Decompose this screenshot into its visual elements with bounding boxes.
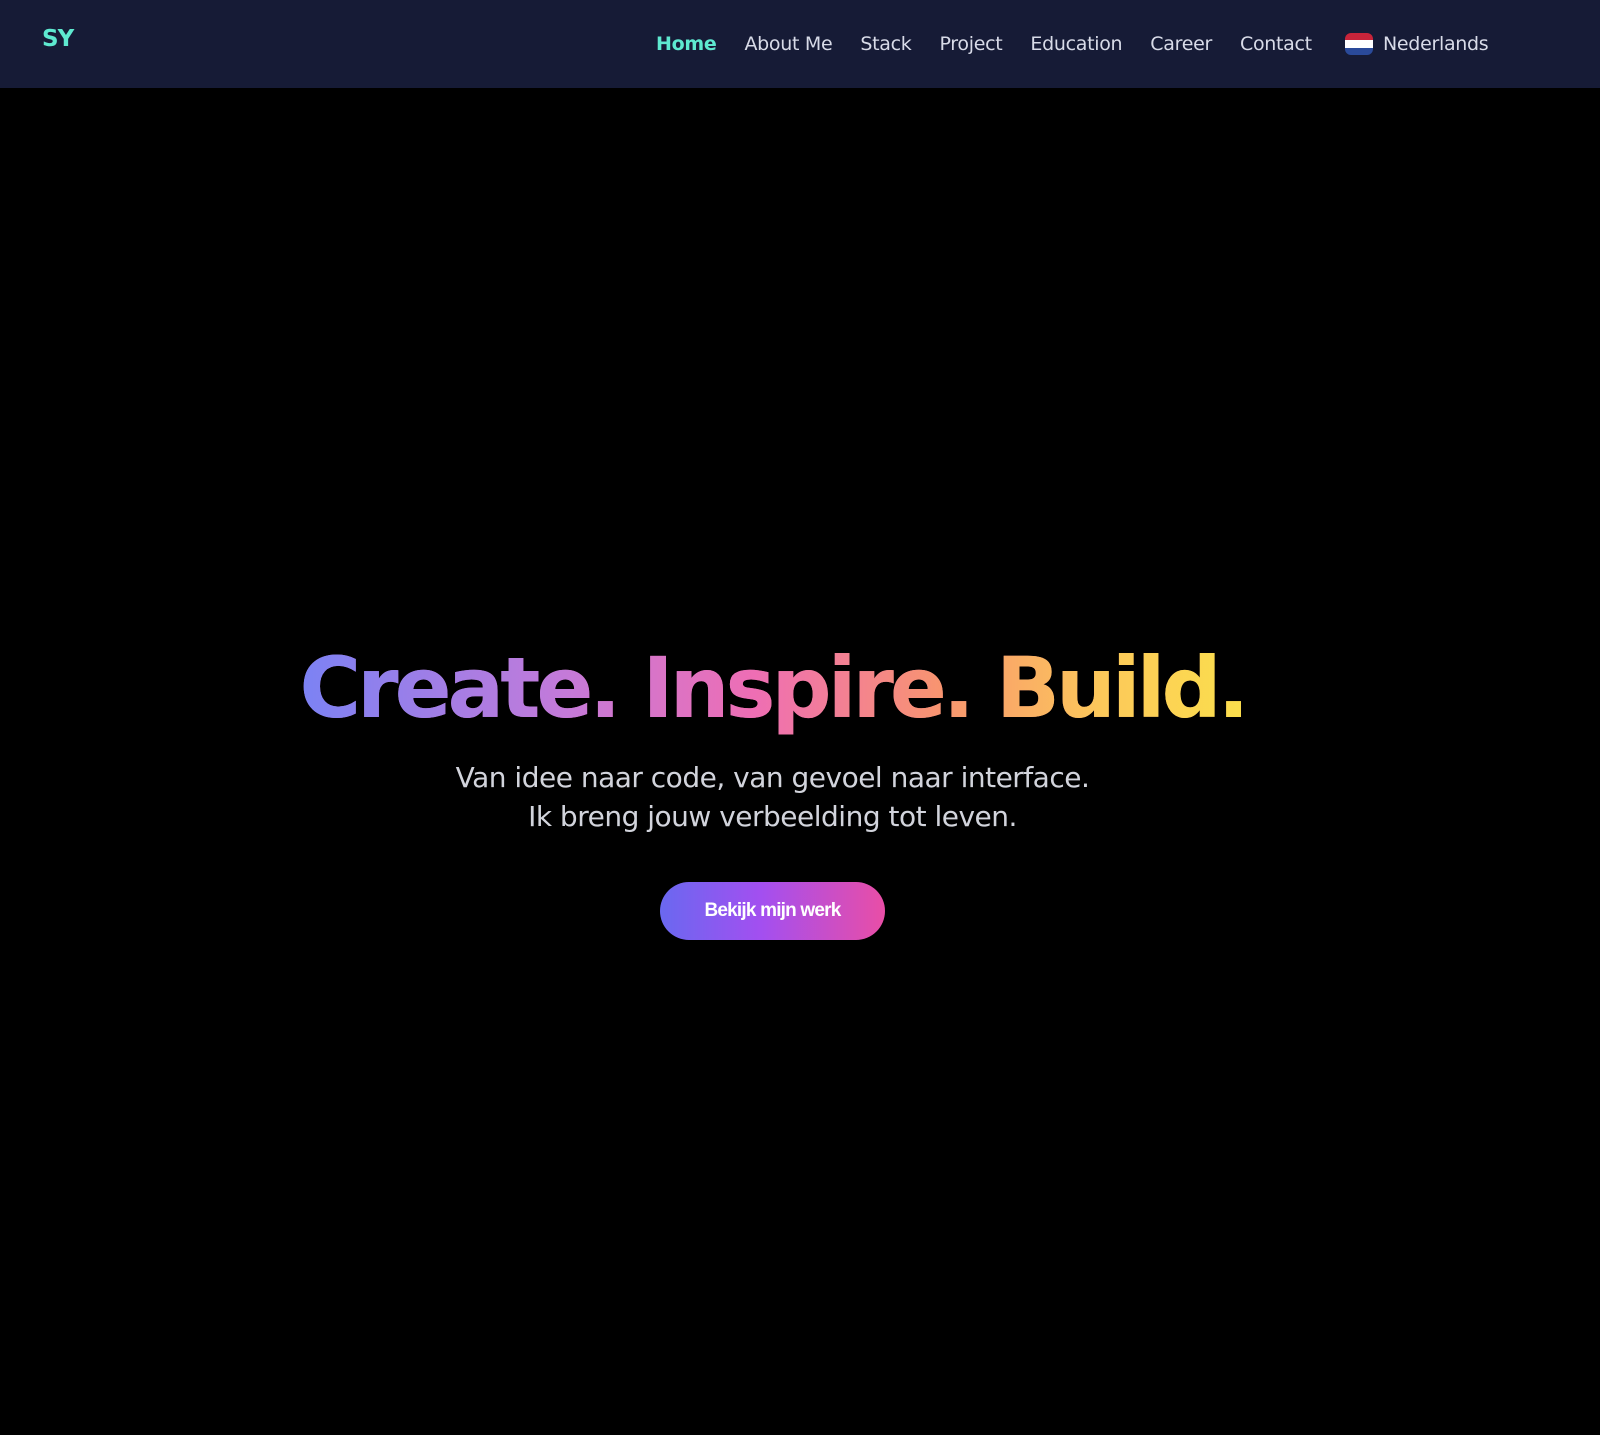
hero-headline-text: Create. Inspire. Build. (300, 633, 1250, 743)
nav-link-home[interactable]: Home (656, 33, 717, 55)
nav-link-stack[interactable]: Stack (860, 33, 911, 55)
hero-subtitle-line-2: Ik breng jouw verbeelding tot leven. (528, 800, 1017, 833)
nav-link-contact[interactable]: Contact (1240, 33, 1312, 55)
hero-section: Create. Inspire. Build. Van idee naar co… (0, 88, 1600, 1435)
nav-link-about-me[interactable]: About Me (744, 33, 832, 55)
hero-subtitle: Van idee naar code, van gevoel naar inte… (0, 758, 1545, 836)
hero-headline: Create. Inspire. Build. (0, 633, 1545, 743)
hero-subtitle-line-1: Van idee naar code, van gevoel naar inte… (455, 761, 1090, 794)
nav-links: Home About Me Stack Project Education Ca… (656, 0, 1340, 88)
nav-link-career[interactable]: Career (1150, 33, 1212, 55)
nav-link-education[interactable]: Education (1030, 33, 1122, 55)
netherlands-flag-icon (1345, 33, 1373, 55)
language-switcher[interactable]: Nederlands (1345, 0, 1489, 88)
site-logo[interactable]: SY (42, 26, 74, 52)
nav-link-project[interactable]: Project (939, 33, 1002, 55)
top-navbar: SY Home About Me Stack Project Education… (0, 0, 1600, 88)
view-work-button[interactable]: Bekijk mijn werk (660, 882, 885, 940)
language-label: Nederlands (1383, 33, 1489, 55)
